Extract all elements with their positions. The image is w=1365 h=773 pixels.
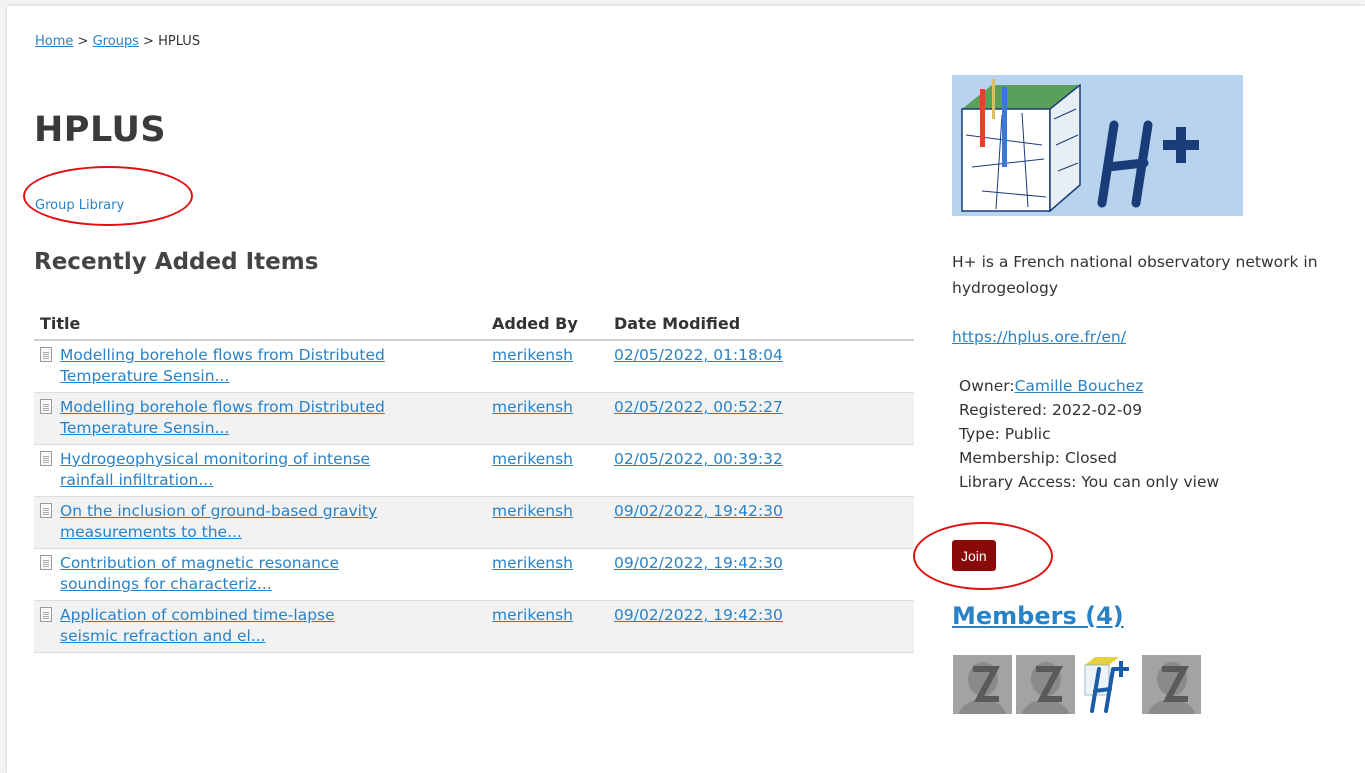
document-icon bbox=[40, 607, 52, 622]
table-row: Application of combined time-lapse seismi… bbox=[34, 600, 914, 653]
date-cell: 02/05/2022, 00:52:27 bbox=[608, 392, 914, 445]
owner-row: Owner:Camille Bouchez bbox=[959, 374, 1339, 398]
column-header-date-modified[interactable]: Date Modified bbox=[608, 310, 914, 341]
added-by-cell: merikensh bbox=[486, 600, 608, 653]
date-modified-link[interactable]: 09/02/2022, 19:42:30 bbox=[614, 502, 783, 520]
item-title-line: rainfall infiltration... bbox=[60, 471, 214, 489]
owner-label: Owner: bbox=[959, 377, 1015, 395]
title-cell: Application of combined time-lapse seismi… bbox=[34, 600, 486, 653]
date-cell: 09/02/2022, 19:42:30 bbox=[608, 496, 914, 549]
title-cell: Contribution of magnetic resonance soundi… bbox=[34, 548, 486, 601]
page-title: HPLUS bbox=[34, 110, 167, 150]
recent-items-table: Title Added By Date Modified Modelling b… bbox=[34, 310, 914, 653]
date-modified-link[interactable]: 09/02/2022, 19:42:30 bbox=[614, 554, 783, 572]
title-cell: On the inclusion of ground-based gravity… bbox=[34, 496, 486, 549]
members-heading-link[interactable]: Members (4) bbox=[952, 602, 1124, 630]
hplus-logo-icon bbox=[1079, 655, 1138, 714]
item-title-line: measurements to the... bbox=[60, 523, 242, 541]
added-by-link[interactable]: merikensh bbox=[492, 502, 573, 520]
user-placeholder-icon bbox=[953, 655, 1012, 714]
group-logo-image bbox=[952, 75, 1243, 216]
table-row: On the inclusion of ground-based gravity… bbox=[34, 496, 914, 549]
member-avatar[interactable] bbox=[1079, 655, 1138, 714]
added-by-link[interactable]: merikensh bbox=[492, 398, 573, 416]
added-by-cell: merikensh bbox=[486, 444, 608, 497]
table-header-row: Title Added By Date Modified bbox=[34, 310, 914, 341]
members-list bbox=[953, 655, 1201, 714]
document-icon bbox=[40, 451, 52, 466]
document-icon bbox=[40, 555, 52, 570]
added-by-cell: merikensh bbox=[486, 496, 608, 549]
group-description: H+ is a French national observatory netw… bbox=[952, 253, 1318, 297]
item-title-link[interactable]: Contribution of magnetic resonance soundi… bbox=[60, 553, 339, 595]
date-modified-link[interactable]: 09/02/2022, 19:42:30 bbox=[614, 606, 783, 624]
breadcrumb: Home > Groups > HPLUS bbox=[35, 34, 200, 49]
date-modified-link[interactable]: 02/05/2022, 00:39:32 bbox=[614, 450, 783, 468]
column-header-title[interactable]: Title bbox=[34, 310, 486, 341]
title-cell: Modelling borehole flows from Distribute… bbox=[34, 340, 486, 393]
user-placeholder-icon bbox=[1016, 655, 1075, 714]
item-title-line: Modelling borehole flows from Distribute… bbox=[60, 398, 385, 416]
item-title-line: On the inclusion of ground-based gravity bbox=[60, 502, 378, 520]
date-cell: 09/02/2022, 19:42:30 bbox=[608, 600, 914, 653]
breadcrumb-current: HPLUS bbox=[158, 34, 201, 49]
title-cell: Hydrogeophysical monitoring of intense ra… bbox=[34, 444, 486, 497]
member-avatar[interactable] bbox=[1016, 655, 1075, 714]
breadcrumb-home[interactable]: Home bbox=[35, 34, 73, 49]
added-by-link[interactable]: merikensh bbox=[492, 346, 573, 364]
table-row: Modelling borehole flows from Distribute… bbox=[34, 340, 914, 393]
group-library-link[interactable]: Group Library bbox=[35, 198, 124, 213]
item-title-line: soundings for characteriz... bbox=[60, 575, 272, 593]
added-by-cell: merikensh bbox=[486, 392, 608, 445]
item-title-link[interactable]: Application of combined time-lapse seismi… bbox=[60, 605, 335, 647]
title-cell: Modelling borehole flows from Distribute… bbox=[34, 392, 486, 445]
registered-info: Registered: 2022-02-09 bbox=[959, 401, 1143, 419]
breadcrumb-separator: > bbox=[73, 34, 93, 49]
item-title-line: seismic refraction and el... bbox=[60, 627, 266, 645]
added-by-cell: merikensh bbox=[486, 340, 608, 393]
library-access-info: Library Access: You can only view bbox=[959, 473, 1220, 491]
member-avatar[interactable] bbox=[1142, 655, 1201, 714]
table-row: Hydrogeophysical monitoring of intense ra… bbox=[34, 444, 914, 497]
breadcrumb-separator: > bbox=[138, 34, 159, 49]
member-avatar[interactable] bbox=[953, 655, 1012, 714]
user-placeholder-icon bbox=[1142, 655, 1201, 714]
item-title-link[interactable]: Hydrogeophysical monitoring of intense ra… bbox=[60, 449, 370, 491]
group-metadata: Owner:Camille Bouchez Registered: 2022-0… bbox=[959, 374, 1339, 494]
item-title-link[interactable]: On the inclusion of ground-based gravity… bbox=[60, 501, 377, 543]
column-header-added-by[interactable]: Added By bbox=[486, 310, 608, 341]
document-icon bbox=[40, 399, 52, 414]
item-title-line: Hydrogeophysical monitoring of intense bbox=[60, 450, 371, 468]
item-title-line: Temperature Sensin... bbox=[60, 419, 230, 437]
date-modified-link[interactable]: 02/05/2022, 01:18:04 bbox=[614, 346, 783, 364]
date-cell: 02/05/2022, 00:39:32 bbox=[608, 444, 914, 497]
type-info: Type: Public bbox=[959, 425, 1051, 443]
breadcrumb-groups[interactable]: Groups bbox=[93, 34, 139, 49]
group-website-link[interactable]: https://hplus.ore.fr/en/ bbox=[952, 328, 1126, 346]
added-by-link[interactable]: merikensh bbox=[492, 554, 573, 572]
date-cell: 09/02/2022, 19:42:30 bbox=[608, 548, 914, 601]
date-modified-link[interactable]: 02/05/2022, 00:52:27 bbox=[614, 398, 783, 416]
added-by-link[interactable]: merikensh bbox=[492, 450, 573, 468]
document-icon bbox=[40, 503, 52, 518]
document-icon bbox=[40, 347, 52, 362]
membership-info: Membership: Closed bbox=[959, 449, 1118, 467]
owner-link[interactable]: Camille Bouchez bbox=[1015, 377, 1144, 395]
item-title-link[interactable]: Modelling borehole flows from Distribute… bbox=[60, 345, 385, 387]
page: Home > Groups > HPLUS HPLUS Group Librar… bbox=[7, 6, 1365, 773]
table-row: Modelling borehole flows from Distribute… bbox=[34, 392, 914, 445]
join-button[interactable]: Join bbox=[952, 540, 996, 571]
date-cell: 02/05/2022, 01:18:04 bbox=[608, 340, 914, 393]
item-title-line: Modelling borehole flows from Distribute… bbox=[60, 346, 385, 364]
hplus-logo-icon bbox=[952, 75, 1243, 216]
table-row: Contribution of magnetic resonance soundi… bbox=[34, 548, 914, 601]
added-by-link[interactable]: merikensh bbox=[492, 606, 573, 624]
item-title-link[interactable]: Modelling borehole flows from Distribute… bbox=[60, 397, 385, 439]
item-title-line: Contribution of magnetic resonance bbox=[60, 554, 339, 572]
item-title-line: Application of combined time-lapse bbox=[60, 606, 335, 624]
added-by-cell: merikensh bbox=[486, 548, 608, 601]
recently-added-heading: Recently Added Items bbox=[34, 249, 319, 275]
annotation-circle-group-library bbox=[23, 166, 193, 226]
item-title-line: Temperature Sensin... bbox=[60, 367, 230, 385]
